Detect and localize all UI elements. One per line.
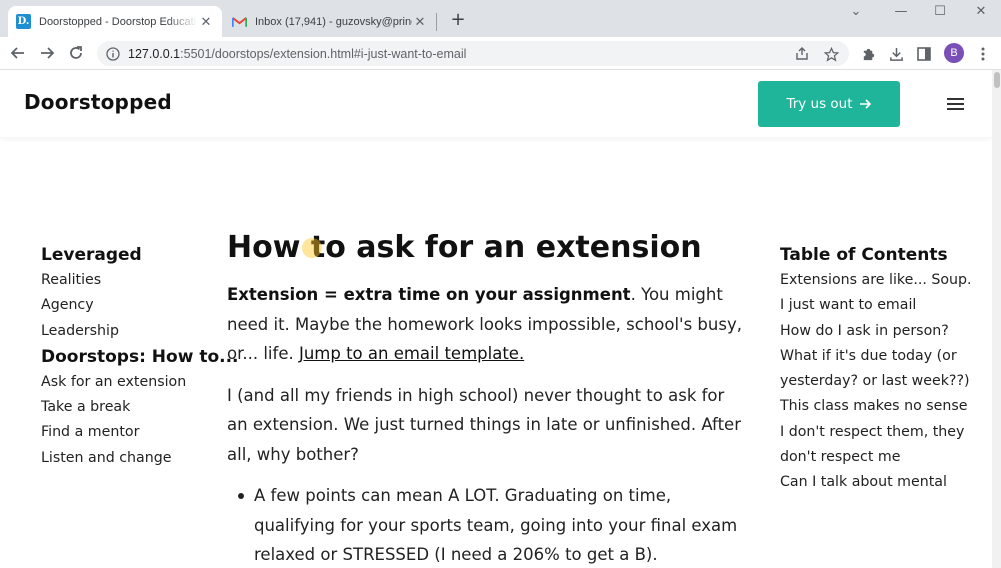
email-template-link[interactable]: Jump to an email template. (299, 344, 524, 363)
hamburger-menu-icon[interactable] (947, 98, 964, 110)
sidebar-nav: Leveraged Realities Agency Leadership Do… (41, 242, 239, 471)
url-path: :5501/doorstops/extension.html#i-just-wa… (180, 46, 467, 61)
window-close-icon[interactable]: ✕ (961, 2, 1001, 22)
forward-arrow-icon[interactable] (35, 41, 59, 65)
kebab-menu-icon[interactable] (973, 44, 993, 64)
page-title: How to ask for an extension (227, 228, 742, 268)
gmail-icon (232, 16, 247, 27)
sidebar-item-agency[interactable]: Agency (41, 293, 216, 318)
toc-item-due-today[interactable]: What if it's due today (or yesterday? or… (780, 344, 975, 395)
sidebar-item-listen-and-change[interactable]: Listen and change (41, 446, 216, 471)
try-us-out-button[interactable]: Try us out (758, 81, 900, 127)
toc-item-respect[interactable]: I don't respect them, they don't respect… (780, 420, 975, 471)
browser-tab-strip: D. Doorstopped - Doorstop Educati ✕ Inbo… (0, 0, 1001, 37)
new-tab-button[interactable]: + (448, 10, 468, 30)
article: How to ask for an extension Extension = … (227, 228, 742, 568)
sidebar-item-take-a-break[interactable]: Take a break (41, 395, 216, 420)
sidebar-item-realities[interactable]: Realities (41, 268, 216, 293)
site-logo[interactable]: Doorstopped (24, 90, 172, 114)
toc-item-in-person[interactable]: How do I ask in person? (780, 319, 975, 344)
maximize-icon[interactable]: ☐ (920, 2, 960, 22)
close-icon[interactable]: ✕ (198, 14, 214, 30)
sidebar-heading-leveraged: Leveraged (41, 245, 142, 265)
browser-toolbar: 127.0.0.1:5501/doorstops/extension.html#… (0, 37, 1001, 70)
page-viewport: Doorstopped Try us out Leveraged Realiti… (0, 70, 1001, 568)
mouse-cursor-highlight (302, 238, 322, 258)
address-bar[interactable]: 127.0.0.1:5501/doorstops/extension.html#… (97, 41, 849, 66)
doorstopped-favicon-icon: D. (16, 14, 31, 29)
info-icon[interactable] (106, 46, 120, 61)
toc-item-soup[interactable]: Extensions are like... Soup. (780, 268, 975, 293)
extensions-puzzle-icon[interactable] (858, 44, 878, 64)
reload-icon[interactable] (64, 41, 88, 65)
tab-title: Inbox (17,941) - guzovsky@princ (255, 15, 412, 28)
profile-avatar[interactable]: B (944, 43, 964, 63)
sidebar-item-leadership[interactable]: Leadership (41, 319, 216, 344)
minimize-icon[interactable]: — (881, 2, 921, 22)
tab-divider (436, 13, 437, 31)
page-title-text: How to ask for an extension (227, 230, 702, 265)
list-item: A few points can mean A LOT. Graduating … (227, 481, 742, 568)
page-scrollbar[interactable] (992, 70, 1001, 568)
table-of-contents: Table of Contents Extensions are like...… (780, 242, 975, 496)
scrollbar-thumb[interactable] (994, 72, 1000, 88)
toc-item-email[interactable]: I just want to email (780, 293, 975, 318)
intro-bold-text: Extension = extra time on your assignmen… (227, 285, 631, 304)
tab-doorstopped[interactable]: D. Doorstopped - Doorstop Educati ✕ (8, 6, 222, 37)
sidebar-item-ask-for-an-extension[interactable]: Ask for an extension (41, 370, 216, 395)
paragraph: I (and all my friends in high school) ne… (227, 385, 741, 464)
close-icon[interactable]: ✕ (412, 14, 428, 30)
bookmark-star-icon[interactable] (822, 45, 840, 63)
cta-label: Try us out (786, 96, 853, 112)
side-panel-icon[interactable] (914, 44, 934, 64)
tab-inbox[interactable]: Inbox (17,941) - guzovsky@princ ✕ (224, 6, 436, 37)
toc-heading: Table of Contents (780, 245, 948, 265)
tab-title: Doorstopped - Doorstop Educati (39, 15, 197, 28)
toc-item-no-sense[interactable]: This class makes no sense (780, 394, 975, 419)
share-icon[interactable] (793, 45, 811, 63)
download-icon[interactable] (886, 44, 906, 64)
url-host: 127.0.0.1 (128, 46, 181, 61)
chevron-down-icon[interactable]: ⌄ (836, 2, 876, 22)
intro-paragraph: Extension = extra time on your assignmen… (227, 280, 742, 369)
site-header: Doorstopped Try us out (0, 70, 992, 137)
back-arrow-icon[interactable] (6, 41, 30, 65)
sidebar-item-find-a-mentor[interactable]: Find a mentor (41, 420, 216, 445)
sidebar-heading-doorstops: Doorstops: How to... (41, 346, 239, 367)
arrow-right-icon (859, 99, 871, 109)
toc-item-mental[interactable]: Can I talk about mental (780, 470, 975, 495)
